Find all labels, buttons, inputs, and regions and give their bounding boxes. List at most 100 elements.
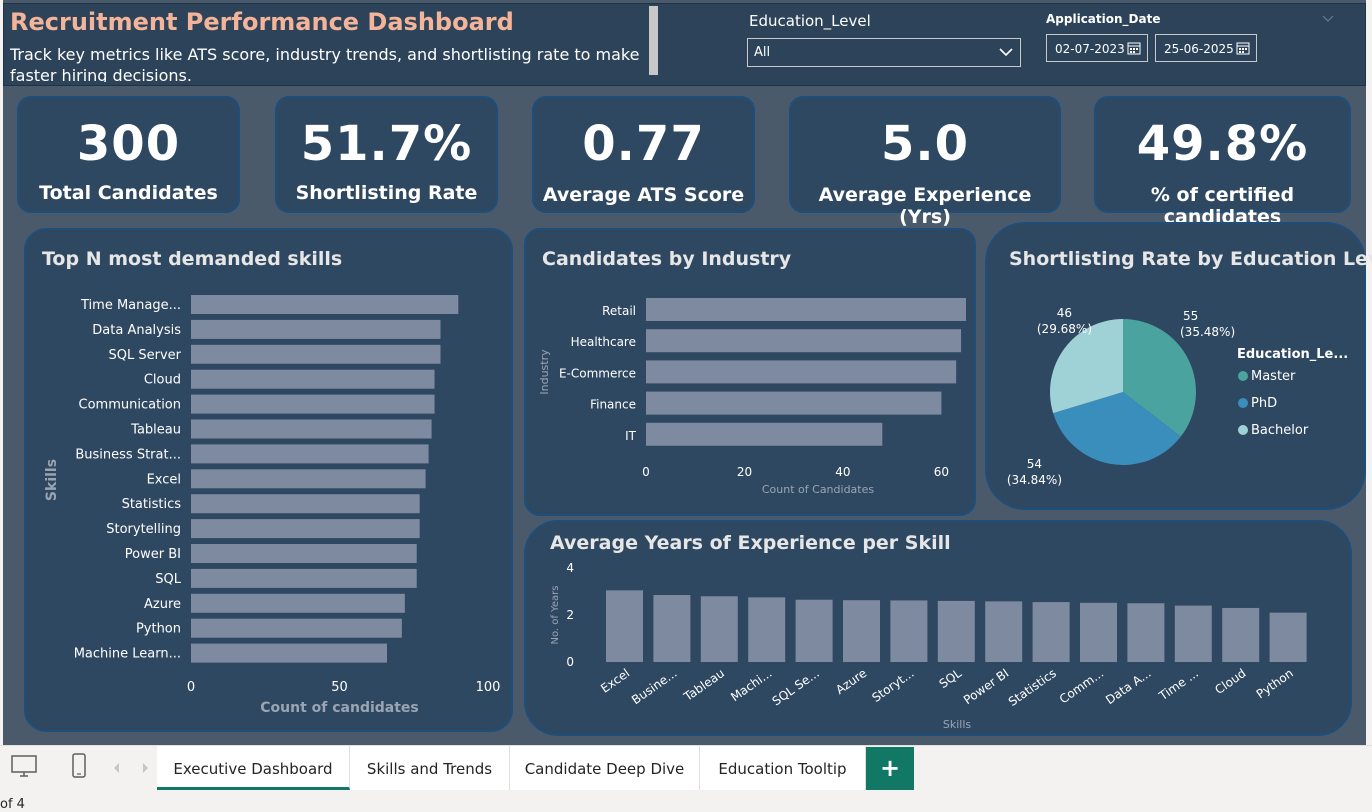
tab-skills-and-trends[interactable]: Skills and Trends — [350, 746, 510, 790]
tick-label: 4 — [566, 561, 574, 575]
tick-label: 20 — [737, 465, 752, 479]
tick-label: IT — [625, 429, 637, 443]
legend-marker — [1238, 425, 1248, 435]
tick-label: Time Manage... — [80, 298, 181, 313]
tick-label: SQL — [937, 666, 965, 691]
date-end-value: 25-06-2025 — [1164, 42, 1234, 56]
bar — [191, 319, 441, 339]
tick-label: 0 — [642, 465, 650, 479]
industry-chart-panel: Candidates by Industry Retail Healthcare E… — [524, 228, 976, 516]
skills-bar-chart[interactable]: Time Manage... Data Analysis SQL Server Clo… — [26, 230, 511, 730]
header-divider — [649, 6, 658, 75]
bar — [191, 419, 432, 439]
date-start-value: 02-07-2023 — [1055, 42, 1125, 56]
kpi-average-experience: 5.0 Average Experience (Yrs) — [789, 96, 1061, 228]
bar — [191, 593, 405, 613]
bar — [1269, 612, 1307, 662]
tick-label: 100 — [476, 680, 501, 695]
date-start-input[interactable]: 02-07-2023 — [1046, 34, 1148, 62]
data-label: 54 — [1027, 457, 1042, 471]
collapse-chevron-icon[interactable] — [1322, 14, 1334, 24]
kpi-value: 0.77 — [582, 116, 705, 172]
tick-label: Finance — [590, 398, 636, 412]
bar — [191, 295, 459, 314]
tick-label: Cloud — [144, 373, 181, 388]
bar — [191, 618, 402, 638]
bar — [843, 600, 880, 662]
tick-label: SQL Server — [109, 348, 182, 363]
chevron-down-icon — [999, 48, 1013, 57]
bar — [646, 391, 942, 415]
industry-bar-chart[interactable]: Retail Healthcare E-Commerce Finance IT 0 20 40… — [526, 230, 974, 514]
tick-label: 0 — [566, 655, 574, 669]
tick-label: Power BI — [125, 547, 181, 562]
calendar-icon[interactable] — [1236, 41, 1250, 55]
tab-executive-dashboard[interactable]: Executive Dashboard — [157, 746, 350, 790]
tick-label: SQL Se... — [770, 666, 822, 708]
tick-label: 0 — [187, 680, 195, 695]
bar — [1080, 602, 1117, 662]
legend-entry: PhD — [1251, 396, 1277, 411]
bar — [191, 544, 417, 563]
bar — [646, 360, 957, 384]
add-page-button[interactable]: + — [866, 747, 914, 790]
chevron-right-icon[interactable] — [140, 762, 150, 774]
experience-bar-chart[interactable]: ExcelBusine... Tableau Machi...SQL Se... Az… — [526, 522, 1350, 734]
tick-label: 40 — [835, 465, 850, 479]
tick-label: SQL — [155, 572, 181, 587]
kpi-value: 300 — [76, 116, 181, 172]
bar — [1222, 607, 1260, 662]
tick-label: Machi... — [728, 666, 774, 704]
calendar-icon[interactable] — [1127, 41, 1141, 55]
data-label: 46 — [1057, 306, 1072, 320]
axis-label: Skills — [943, 718, 972, 731]
tick-label: E-Commerce — [559, 366, 636, 380]
tick-label: Storyt... — [869, 666, 916, 705]
bar — [795, 599, 833, 662]
date-end-input[interactable]: 25-06-2025 — [1155, 34, 1257, 62]
tick-label: Tableau — [680, 666, 727, 704]
bar — [191, 519, 420, 539]
bar — [1032, 602, 1070, 662]
bar — [937, 600, 975, 662]
tab-candidate-deep-dive[interactable]: Candidate Deep Dive — [510, 746, 700, 790]
legend-entry: Master — [1251, 369, 1296, 384]
legend-title: Education_Le... — [1237, 347, 1348, 362]
kpi-label: Shortlisting Rate — [295, 182, 478, 204]
bar — [191, 444, 429, 464]
header-banner: Recruitment Performance Dashboard Track … — [3, 3, 1366, 86]
education-pie-chart[interactable]: 55 (35.48%) 54 (34.84%) 46 (29.68%) Education_… — [987, 224, 1364, 508]
tick-label: Power BI — [961, 666, 1012, 707]
tick-label: Cloud — [1212, 666, 1248, 697]
kpi-value: 51.7% — [300, 116, 473, 172]
data-label-pct: (35.48%) — [1180, 325, 1235, 339]
bar — [191, 394, 435, 414]
tick-label: Tableau — [130, 423, 181, 438]
bar — [191, 643, 388, 663]
bar — [191, 568, 417, 588]
tab-education-tooltip[interactable]: Education Tooltip — [700, 746, 866, 790]
chevron-left-icon[interactable] — [112, 762, 122, 774]
phone-icon[interactable] — [70, 752, 88, 780]
tick-label: Excel — [147, 472, 181, 487]
education-filter-value: All — [754, 45, 771, 60]
tick-label: Comm... — [1057, 666, 1106, 706]
desktop-icon[interactable] — [10, 754, 38, 780]
kpi-average-ats-score: 0.77 Average ATS Score — [532, 96, 755, 213]
page-count-status: of 4 — [0, 797, 25, 812]
tick-label: Python — [1254, 666, 1296, 701]
bar — [191, 494, 420, 514]
tick-label: Statistics — [122, 497, 182, 512]
tick-label: Healthcare — [571, 335, 636, 349]
tick-label: Machine Learn... — [74, 647, 181, 662]
bar — [1127, 603, 1165, 662]
tick-label: Retail — [602, 304, 636, 318]
tick-label: 50 — [331, 680, 348, 695]
data-label-pct: (29.68%) — [1037, 322, 1092, 336]
kpi-shortlisting-rate: 51.7% Shortlisting Rate — [275, 96, 498, 213]
education-filter-dropdown[interactable]: All — [747, 38, 1021, 67]
kpi-certified-candidates: 49.8% % of certified candidates — [1094, 96, 1351, 228]
tick-label: 2 — [566, 608, 574, 622]
page-subtitle: Track key metrics like ATS score, indust… — [10, 45, 640, 82]
bar — [646, 422, 883, 446]
